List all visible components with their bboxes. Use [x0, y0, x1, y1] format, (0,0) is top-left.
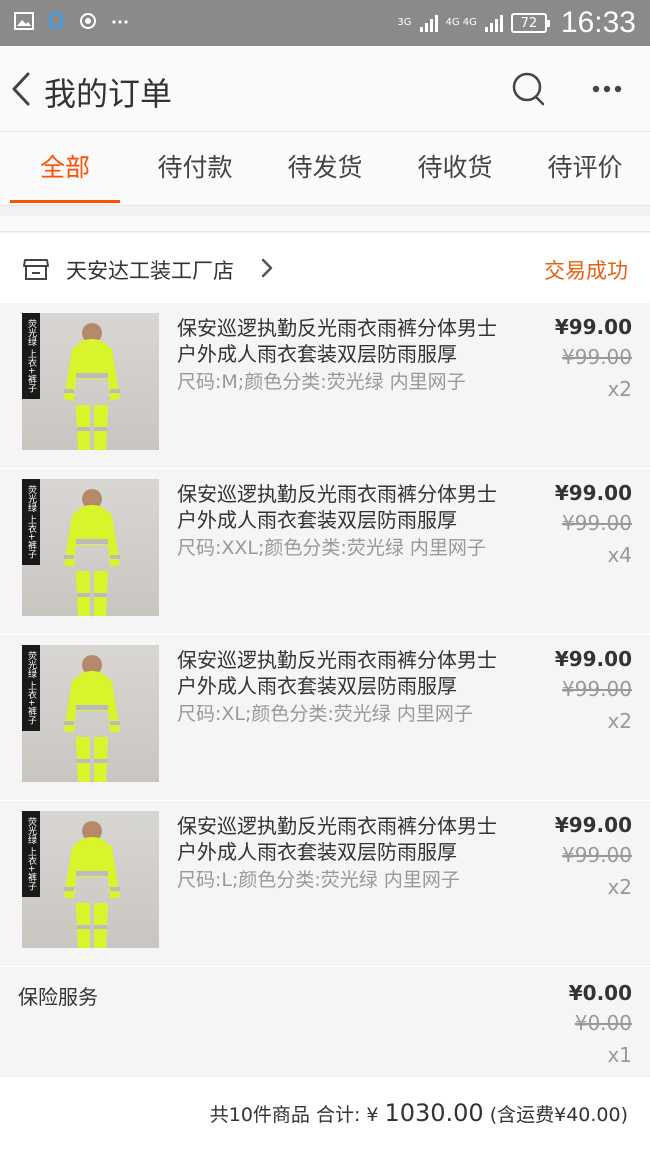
- insurance-service-row: 保险服务 ¥0.00 ¥0.00 x1: [0, 967, 650, 1077]
- product-price: ¥99.00: [554, 647, 632, 671]
- product-sku: 尺码:L;颜色分类:荧光绿 内里网子: [177, 869, 460, 891]
- product-price: ¥99.00: [554, 315, 632, 339]
- shop-header[interactable]: 天安达工装工厂店 交易成功: [0, 233, 650, 303]
- product-sku: 尺码:XXL;颜色分类:荧光绿 内里网子: [177, 537, 486, 559]
- tab-pending-review[interactable]: 待评价: [520, 132, 650, 205]
- thumbnail-tag: 荧光绿 上衣+裤子: [22, 313, 40, 399]
- order-item[interactable]: 荧光绿 上衣+裤子 保安巡逻执勤反光雨衣雨裤分体男士户外成人雨衣套装双层防雨服厚…: [0, 635, 650, 801]
- product-quantity: x4: [607, 543, 632, 567]
- thumbnail-tag: 荧光绿 上衣+裤子: [22, 479, 40, 565]
- tab-all[interactable]: 全部: [0, 132, 130, 205]
- store-icon: [23, 259, 49, 280]
- product-price: ¥99.00: [554, 481, 632, 505]
- product-thumbnail[interactable]: 荧光绿 上衣+裤子: [22, 479, 159, 616]
- raincoat-figure-icon: [64, 821, 120, 948]
- total-label: 合计:: [315, 1104, 361, 1126]
- tab-pending-shipment[interactable]: 待发货: [260, 132, 390, 205]
- shop-name[interactable]: 天安达工装工厂店: [66, 255, 234, 285]
- status-bar: 3G 4G 4G 72 16:33: [0, 0, 650, 46]
- signal-icon: [419, 14, 438, 32]
- product-thumbnail[interactable]: 荧光绿 上衣+裤子: [22, 811, 159, 948]
- total-amount: 1030.00: [384, 1099, 484, 1127]
- status-bar-system: 3G 4G 4G 72 16:33: [397, 6, 636, 40]
- title-bar: 我的订单: [0, 46, 650, 132]
- product-sku: 尺码:M;颜色分类:荧光绿 内里网子: [177, 371, 466, 393]
- product-thumbnail[interactable]: 荧光绿 上衣+裤子: [22, 313, 159, 450]
- thumbnail-tag: 荧光绿 上衣+裤子: [22, 811, 40, 897]
- original-price: ¥99.00: [562, 677, 632, 701]
- signal-icon-2: [484, 14, 503, 32]
- page-title: 我的订单: [44, 75, 173, 113]
- insurance-original-price: ¥0.00: [574, 1011, 632, 1035]
- battery-icon: 72: [510, 13, 550, 33]
- raincoat-figure-icon: [64, 655, 120, 782]
- original-price: ¥99.00: [562, 843, 632, 867]
- product-title[interactable]: 保安巡逻执勤反光雨衣雨裤分体男士户外成人雨衣套装双层防雨服厚: [177, 481, 507, 533]
- gallery-icon: [14, 12, 34, 30]
- original-price: ¥99.00: [562, 511, 632, 535]
- qq-icon: [49, 12, 63, 28]
- raincoat-figure-icon: [64, 489, 120, 616]
- more-notifications-icon: [112, 20, 128, 24]
- more-icon[interactable]: [590, 74, 624, 104]
- product-quantity: x2: [607, 709, 632, 733]
- order-items: 荧光绿 上衣+裤子 保安巡逻执勤反光雨衣雨裤分体男士户外成人雨衣套装双层防雨服厚…: [0, 303, 650, 967]
- tab-pending-payment[interactable]: 待付款: [130, 132, 260, 205]
- order-item[interactable]: 荧光绿 上衣+裤子 保安巡逻执勤反光雨衣雨裤分体男士户外成人雨衣套装双层防雨服厚…: [0, 303, 650, 469]
- divider: [0, 206, 650, 216]
- order-item[interactable]: 荧光绿 上衣+裤子 保安巡逻执勤反光雨衣雨裤分体男士户外成人雨衣套装双层防雨服厚…: [0, 801, 650, 967]
- item-count: 共10件商品: [209, 1104, 310, 1126]
- thumbnail-tag: 荧光绿 上衣+裤子: [22, 645, 40, 731]
- currency-symbol: ¥: [366, 1104, 379, 1126]
- product-quantity: x2: [607, 377, 632, 401]
- product-thumbnail[interactable]: 荧光绿 上衣+裤子: [22, 645, 159, 782]
- network-type-1: 3G: [397, 17, 412, 28]
- previous-order-edge: [0, 216, 650, 232]
- record-icon: [80, 13, 96, 29]
- shipping-fee: (含运费¥40.00): [489, 1104, 628, 1126]
- product-price: ¥99.00: [554, 813, 632, 837]
- product-quantity: x2: [607, 875, 632, 899]
- order-summary: 共10件商品 合计: ¥1030.00 (含运费¥40.00): [0, 1077, 650, 1156]
- network-type-2: 4G 4G: [445, 17, 477, 28]
- original-price: ¥99.00: [562, 345, 632, 369]
- summary-text: 共10件商品 合计: ¥1030.00 (含运费¥40.00): [210, 1099, 628, 1127]
- insurance-label: 保险服务: [18, 985, 98, 1009]
- raincoat-figure-icon: [64, 323, 120, 450]
- order-item[interactable]: 荧光绿 上衣+裤子 保安巡逻执勤反光雨衣雨裤分体男士户外成人雨衣套装双层防雨服厚…: [0, 469, 650, 635]
- chevron-right-icon[interactable]: [260, 257, 274, 279]
- status-bar-notifications: [14, 11, 130, 31]
- back-arrow-icon[interactable]: [8, 68, 36, 110]
- insurance-price: ¥0.00: [568, 981, 632, 1005]
- product-sku: 尺码:XL;颜色分类:荧光绿 内里网子: [177, 703, 473, 725]
- insurance-quantity: x1: [607, 1043, 632, 1067]
- battery-level: 72: [520, 15, 538, 31]
- order-status: 交易成功: [544, 259, 628, 283]
- product-title[interactable]: 保安巡逻执勤反光雨衣雨裤分体男士户外成人雨衣套装双层防雨服厚: [177, 813, 507, 865]
- clock: 16:33: [560, 6, 636, 39]
- order-tabs: 全部 待付款 待发货 待收货 待评价: [0, 132, 650, 206]
- search-icon[interactable]: [510, 70, 548, 108]
- product-title[interactable]: 保安巡逻执勤反光雨衣雨裤分体男士户外成人雨衣套装双层防雨服厚: [177, 647, 507, 699]
- product-title[interactable]: 保安巡逻执勤反光雨衣雨裤分体男士户外成人雨衣套装双层防雨服厚: [177, 315, 507, 367]
- tab-pending-receipt[interactable]: 待收货: [390, 132, 520, 205]
